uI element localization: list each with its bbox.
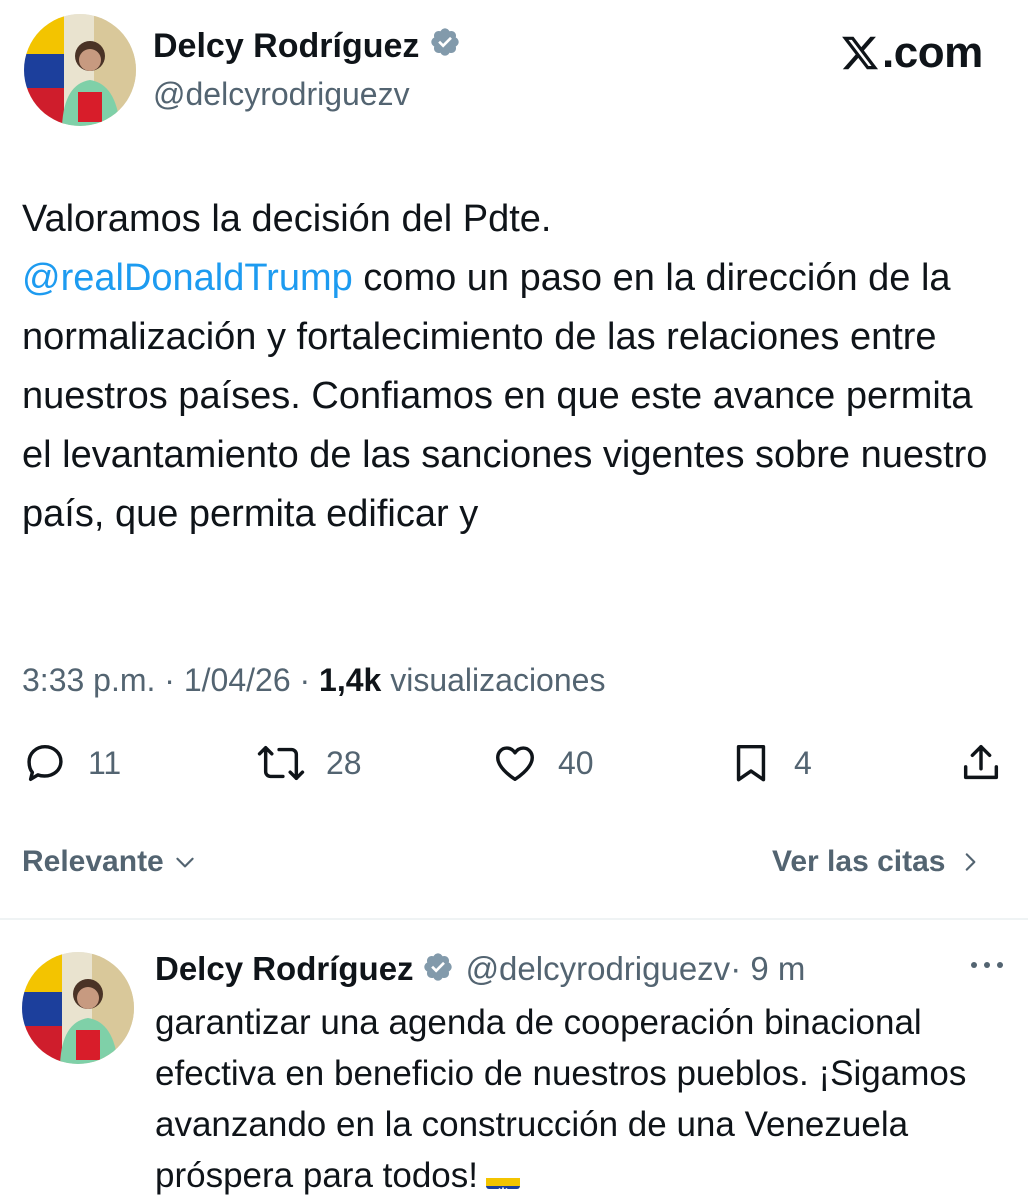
bookmark-count: 4 xyxy=(794,744,812,781)
section-divider xyxy=(0,918,1028,920)
reply-author-photo xyxy=(22,952,134,1064)
retweet-icon xyxy=(257,745,305,781)
like-count: 40 xyxy=(558,744,594,781)
share-icon xyxy=(963,744,999,780)
reply-count: 11 xyxy=(88,744,122,781)
tweet-text-intro: Valoramos la decisión del Pdte. xyxy=(22,198,552,240)
reply-author-handle[interactable]: @delcyrodriguezv xyxy=(466,950,731,988)
like-button[interactable]: 40 xyxy=(492,740,594,786)
tweet-text: Valoramos la decisión del Pdte. @realDon… xyxy=(22,190,1012,544)
reply-header: Delcy Rodríguez @delcyrodriguezv · 9 m xyxy=(155,950,805,988)
share-button[interactable] xyxy=(958,740,1024,786)
chevron-down-icon xyxy=(176,857,194,868)
sort-label: Relevante xyxy=(22,845,164,878)
retweet-button[interactable]: 28 xyxy=(256,740,362,786)
author-photo xyxy=(24,14,136,126)
view-quotes-link[interactable]: Ver las citas xyxy=(772,845,983,879)
verified-badge-icon xyxy=(429,26,461,67)
reply-author-name[interactable]: Delcy Rodríguez xyxy=(155,950,414,988)
x-icon xyxy=(842,36,879,70)
mention-link[interactable]: @realDonaldTrump xyxy=(22,257,353,299)
reply-text-body: garantizar una agenda de cooperación bin… xyxy=(155,1003,967,1195)
reply-verified-badge-icon xyxy=(422,951,454,988)
reply-author-avatar[interactable] xyxy=(22,952,134,1064)
venezuela-flag-icon xyxy=(485,1165,520,1189)
author-avatar[interactable] xyxy=(24,14,136,126)
x-logo: .com xyxy=(840,28,983,78)
more-options-icon[interactable] xyxy=(966,950,1008,988)
tweet-meta: 3:33 p.m. · 1/04/26 · 1,4k visualizacion… xyxy=(22,662,605,699)
chevron-right-icon xyxy=(966,853,976,871)
bookmark-button[interactable]: 4 xyxy=(728,740,812,786)
author-handle[interactable]: @delcyrodriguezv xyxy=(153,76,410,113)
reply-icon xyxy=(27,744,63,782)
heart-icon xyxy=(496,746,534,782)
reply-text: garantizar una agenda de cooperación bin… xyxy=(155,997,1005,1200)
reply-age: · 9 m xyxy=(730,950,806,987)
sort-replies-dropdown[interactable]: Relevante xyxy=(22,845,198,879)
author-name[interactable]: Delcy Rodríguez xyxy=(153,26,461,67)
views-count: 1,4k xyxy=(319,662,382,698)
reply-button[interactable]: 11 xyxy=(22,740,121,786)
quotes-label: Ver las citas xyxy=(772,845,946,878)
tweet-timestamp[interactable]: 3:33 p.m. · 1/04/26 · xyxy=(22,662,319,698)
bookmark-icon xyxy=(736,744,766,782)
retweet-count: 28 xyxy=(326,744,362,781)
views-label: visualizaciones xyxy=(381,662,606,698)
